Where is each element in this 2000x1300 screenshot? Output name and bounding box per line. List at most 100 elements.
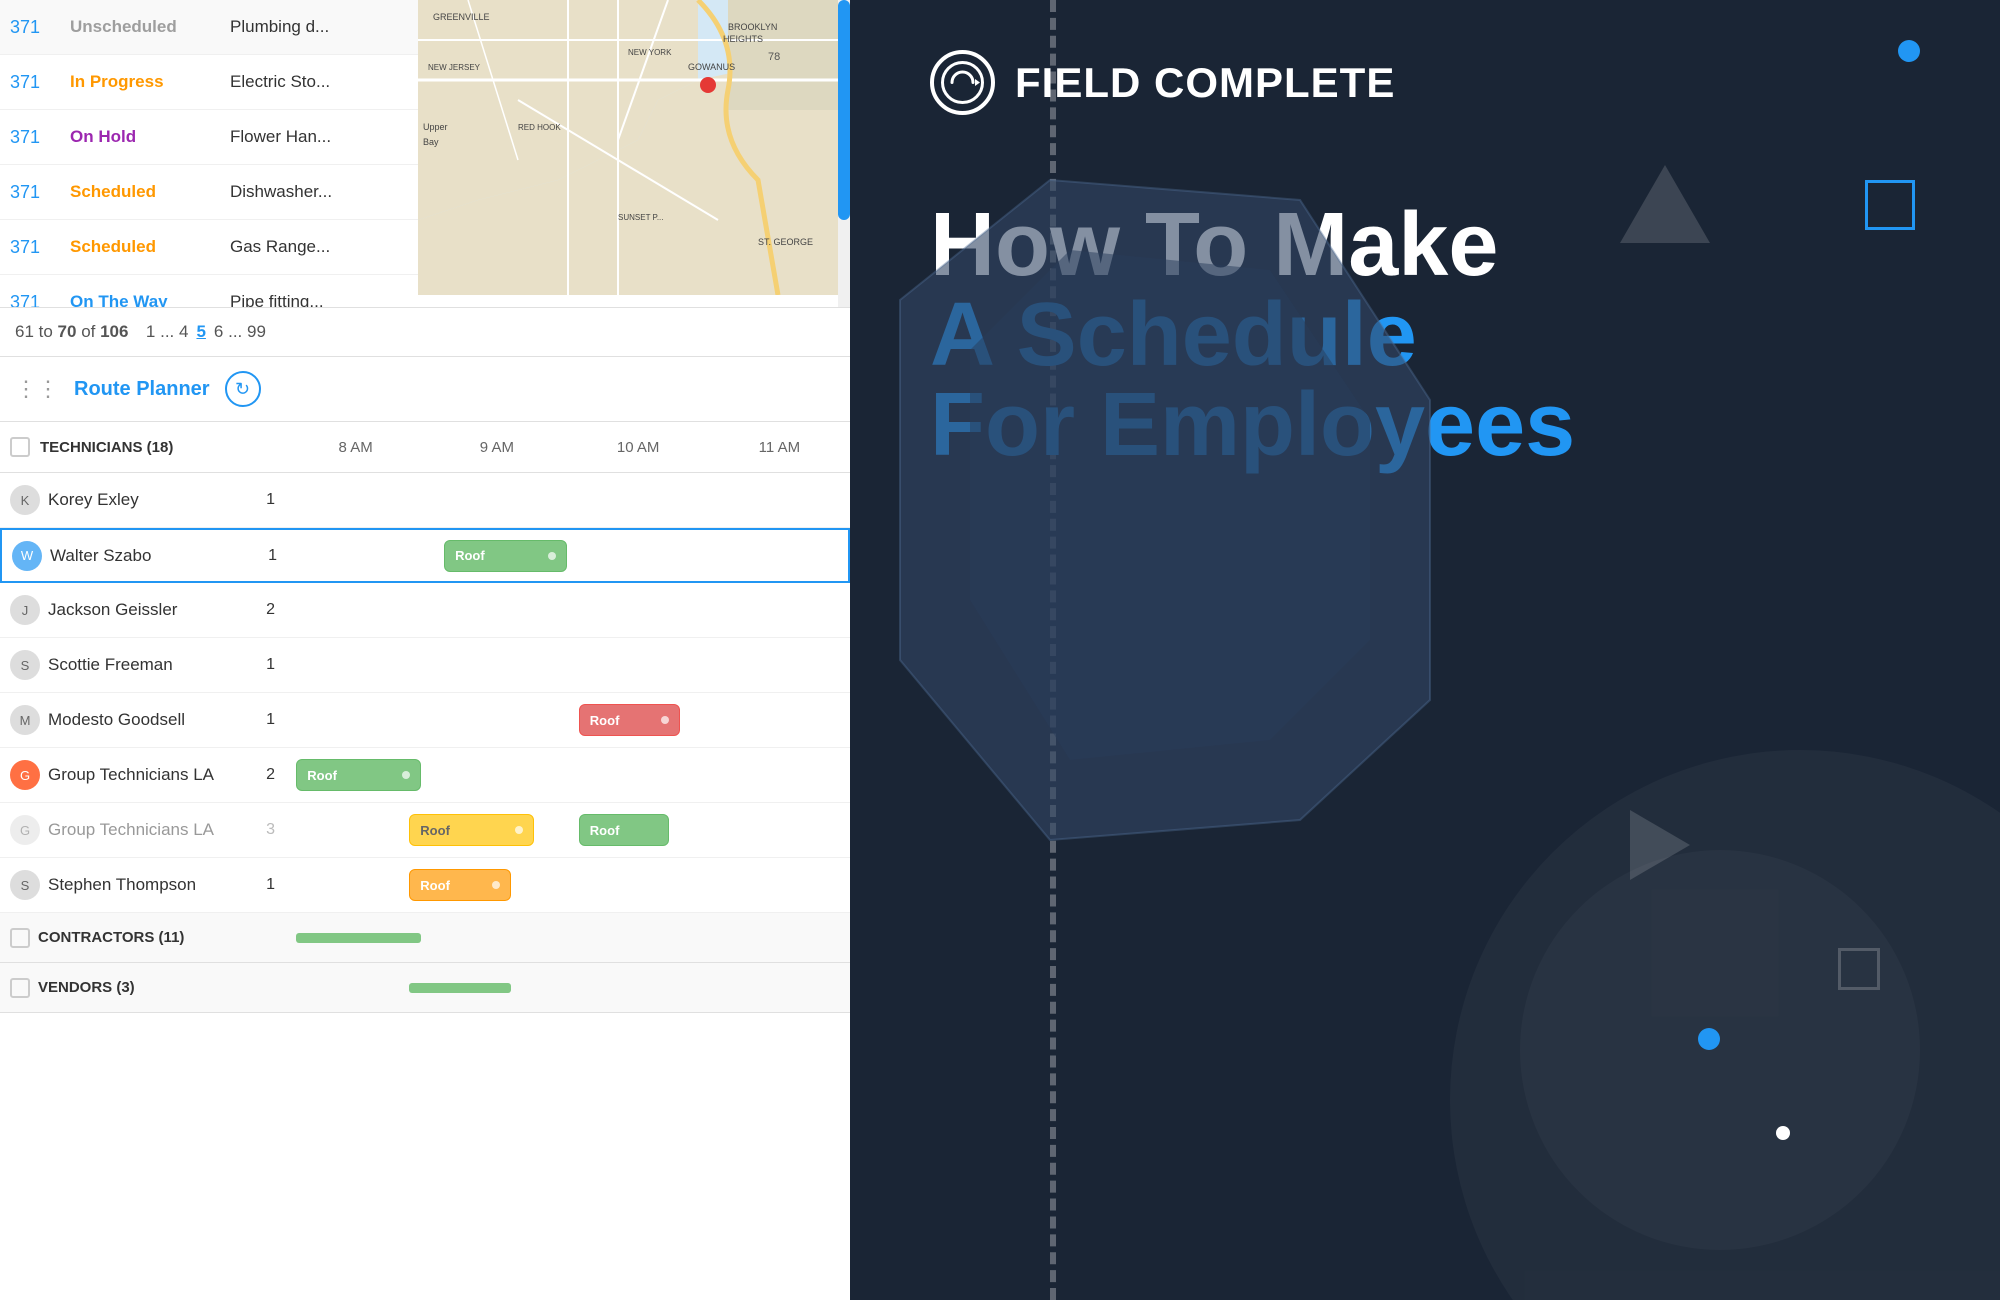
tech-name-group2: Group Technicians LA — [48, 820, 258, 840]
drag-icon: ⋮⋮ — [15, 376, 59, 402]
cell-id: 371 — [10, 182, 70, 203]
job-bar-stephen-roof[interactable]: Roof — [409, 869, 511, 901]
select-all-checkbox[interactable] — [10, 437, 30, 457]
map-background: 78 Liberty GREENVILLE BROOKLYN HEIGHTS N… — [418, 0, 838, 295]
time-slot-8am: 8 AM — [285, 439, 426, 456]
tech-avatar-walter: W — [12, 541, 42, 571]
tech-row-walter[interactable]: W Walter Szabo 1 Roof — [0, 528, 850, 583]
vendors-section-row[interactable]: VENDORS (3) — [0, 963, 850, 1013]
route-planner-section: ⋮⋮ Route Planner ↻ TECHNICIANS (18) 8 AM… — [0, 357, 850, 1300]
contractors-section-info: CONTRACTORS (11) — [0, 928, 285, 948]
job-bar-modesto-roof[interactable]: Roof — [579, 704, 681, 736]
cell-id: 371 — [10, 72, 70, 93]
scroll-thumb[interactable] — [838, 0, 850, 220]
time-slot-11am: 11 AM — [709, 439, 850, 456]
svg-text:GREENVILLE: GREENVILLE — [433, 12, 490, 22]
tech-rows-container: K Korey Exley 1 W Walter Szabo 1 Roof — [0, 473, 850, 1300]
left-panel: 371 Unscheduled Plumbing d... 371 In Pro… — [0, 0, 850, 1300]
tech-timeline-korey — [285, 473, 850, 527]
vendors-checkbox[interactable] — [10, 978, 30, 998]
cell-status: Scheduled — [70, 237, 230, 257]
main-headline: How To Make A Schedule For Employees — [930, 200, 1880, 470]
tech-avatar-scottie: S — [10, 650, 40, 680]
svg-text:SUNSET P...: SUNSET P... — [618, 213, 664, 222]
tech-name-stephen: Stephen Thompson — [48, 875, 258, 895]
job-bar-group2-roof2[interactable]: Roof — [579, 814, 669, 846]
cell-id: 371 — [10, 127, 70, 148]
tech-info-modesto: M Modesto Goodsell 1 — [0, 705, 285, 735]
tech-info-group1: G Group Technicians LA 2 — [0, 760, 285, 790]
job-dot — [661, 716, 669, 724]
tech-row-korey[interactable]: K Korey Exley 1 — [0, 473, 850, 528]
tech-timeline-walter: Roof — [287, 530, 848, 581]
tech-row-group2[interactable]: G Group Technicians LA 3 Roof Roof — [0, 803, 850, 858]
job-bar-group1-roof[interactable]: Roof — [296, 759, 420, 791]
pagination-sep: 1 ... 4 — [136, 322, 188, 342]
pagination-current[interactable]: 5 — [196, 322, 205, 342]
map-overlay: 78 Liberty GREENVILLE BROOKLYN HEIGHTS N… — [418, 0, 838, 295]
job-bar-walter-roof[interactable]: Roof — [444, 540, 567, 572]
headline-line3: For Employees — [930, 380, 1880, 470]
pagination: 61 to 70 of 106 1 ... 4 5 6 ... 99 — [0, 308, 850, 358]
svg-text:Bay: Bay — [423, 137, 439, 147]
top-right-dot-decoration — [1898, 40, 1920, 62]
vendors-section-info: VENDORS (3) — [0, 978, 285, 998]
time-slot-9am: 9 AM — [426, 439, 567, 456]
white-dot-decoration — [1776, 1126, 1790, 1140]
pagination-rest: 6 ... 99 — [214, 322, 266, 342]
table-section: 371 Unscheduled Plumbing d... 371 In Pro… — [0, 0, 850, 308]
cell-status: In Progress — [70, 72, 230, 92]
svg-text:Upper: Upper — [423, 122, 448, 132]
tech-timeline-jackson — [285, 583, 850, 637]
play-button-decoration — [1630, 810, 1690, 880]
svg-text:HEIGHTS: HEIGHTS — [723, 34, 763, 44]
tech-count-walter: 1 — [268, 547, 277, 565]
tech-name-jackson: Jackson Geissler — [48, 600, 258, 620]
tech-row-stephen[interactable]: S Stephen Thompson 1 Roof — [0, 858, 850, 913]
tech-avatar-jackson: J — [10, 595, 40, 625]
bg-circle-medium — [1520, 850, 1920, 1250]
svg-text:GOWANUS: GOWANUS — [688, 62, 735, 72]
tech-info-korey: K Korey Exley 1 — [0, 485, 285, 515]
tech-name-walter: Walter Szabo — [50, 546, 260, 566]
svg-text:BROOKLYN: BROOKLYN — [728, 22, 777, 32]
tech-row-group1[interactable]: G Group Technicians LA 2 Roof — [0, 748, 850, 803]
tech-count-jackson: 2 — [266, 601, 275, 619]
tech-info-walter: W Walter Szabo 1 — [2, 541, 287, 571]
cell-status: On Hold — [70, 127, 230, 147]
tech-row-modesto[interactable]: M Modesto Goodsell 1 Roof — [0, 693, 850, 748]
refresh-button[interactable]: ↻ — [225, 371, 261, 407]
tech-name-modesto: Modesto Goodsell — [48, 710, 258, 730]
logo-area: FIELD COMPLETE — [930, 50, 1395, 115]
technicians-label: TECHNICIANS (18) — [10, 437, 173, 457]
tech-timeline-modesto: Roof — [285, 693, 850, 747]
tech-avatar-group2: G — [10, 815, 40, 845]
field-complete-logo-icon — [930, 50, 995, 115]
tech-row-scottie[interactable]: S Scottie Freeman 1 — [0, 638, 850, 693]
contractors-checkbox[interactable] — [10, 928, 30, 948]
svg-text:RED HOOK: RED HOOK — [518, 123, 561, 132]
svg-text:NEW YORK: NEW YORK — [628, 48, 672, 57]
job-dot — [402, 771, 410, 779]
tech-info-group2: G Group Technicians LA 3 — [0, 815, 285, 845]
bottom-blue-dot-decoration — [1698, 1028, 1720, 1050]
cell-status: Unscheduled — [70, 17, 230, 37]
job-dot — [515, 826, 523, 834]
job-bar-group2-roof1[interactable]: Roof — [409, 814, 533, 846]
tech-info-scottie: S Scottie Freeman 1 — [0, 650, 285, 680]
map-svg: 78 Liberty GREENVILLE BROOKLYN HEIGHTS N… — [418, 0, 838, 295]
svg-text:ST. GEORGE: ST. GEORGE — [758, 237, 813, 247]
tech-timeline-group2: Roof Roof — [285, 803, 850, 857]
cell-status: Scheduled — [70, 182, 230, 202]
pagination-range: 61 to 70 of 106 — [15, 322, 128, 342]
timeline-header: TECHNICIANS (18) 8 AM 9 AM 10 AM 11 AM — [0, 422, 850, 473]
headline-line1: How To Make — [930, 200, 1880, 290]
technicians-header-text: TECHNICIANS (18) — [40, 439, 173, 456]
scrollbar[interactable] — [838, 0, 850, 308]
cell-id: 371 — [10, 292, 70, 308]
cell-id: 371 — [10, 17, 70, 38]
contractors-section-row[interactable]: CONTRACTORS (11) — [0, 913, 850, 963]
tech-avatar-korey: K — [10, 485, 40, 515]
tech-row-jackson[interactable]: J Jackson Geissler 2 — [0, 583, 850, 638]
route-planner-header: ⋮⋮ Route Planner ↻ — [0, 357, 850, 422]
